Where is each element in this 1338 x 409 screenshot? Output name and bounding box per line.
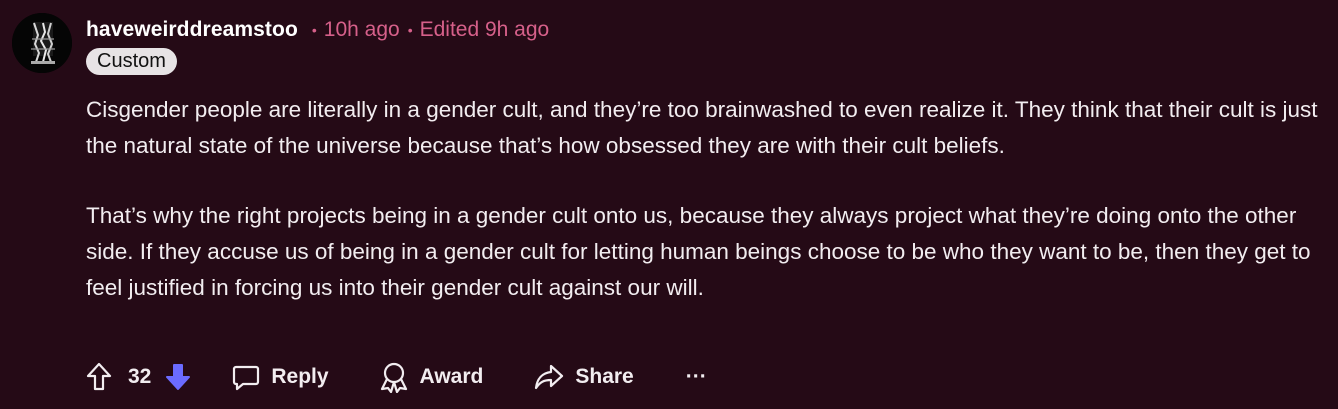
avatar-image: [12, 13, 72, 73]
arrow-up-icon: [86, 362, 112, 391]
avatar[interactable]: [12, 13, 72, 73]
username[interactable]: haveweirddreamstoo: [86, 18, 298, 42]
user-flair: Custom: [86, 48, 177, 75]
reply-label: Reply: [271, 365, 329, 388]
share-label: Share: [575, 365, 634, 388]
share-button[interactable]: Share: [534, 363, 634, 391]
comment-paragraph: Cisgender people are literally in a gend…: [86, 97, 1318, 158]
comment: haveweirddreamstoo • 10h ago • Edited 9h…: [0, 0, 1338, 409]
comment-body: Cisgender people are literally in a gend…: [86, 92, 1326, 340]
award-icon: [380, 362, 407, 393]
meta-separator: •: [311, 22, 317, 38]
share-icon: [535, 364, 564, 390]
upvote-button[interactable]: [86, 362, 112, 392]
award-label: Award: [419, 365, 484, 388]
comment-actions: 32 Reply Award Share ···: [86, 357, 707, 397]
comment-bubble-icon: [233, 365, 260, 391]
edited-time: Edited 9h ago: [419, 18, 550, 41]
ellipsis-icon: ···: [685, 365, 707, 388]
comment-time[interactable]: 10h ago: [324, 18, 400, 42]
award-button[interactable]: Award: [379, 361, 484, 393]
vote-count: 32: [128, 365, 152, 388]
comment-paragraph: That’s why the right projects being in a…: [86, 203, 1311, 300]
downvote-button[interactable]: [165, 362, 191, 392]
meta-separator: •: [407, 22, 413, 38]
reply-button[interactable]: Reply: [232, 363, 329, 391]
comment-meta: haveweirddreamstoo • 10h ago • Edited 9h…: [86, 14, 549, 46]
arrow-down-icon: [166, 364, 191, 390]
more-options-button[interactable]: ···: [686, 365, 707, 389]
